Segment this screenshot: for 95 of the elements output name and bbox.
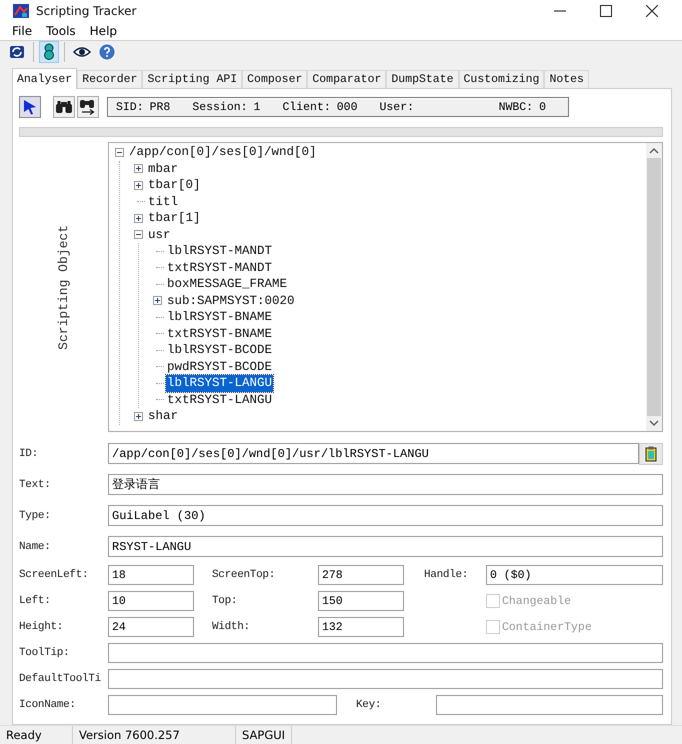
binoculars-icon — [55, 100, 73, 114]
field-label: Key: — [356, 699, 382, 711]
tree-item[interactable]: lblRSYST-BNAME — [166, 309, 274, 326]
field-label: Handle: — [424, 569, 470, 581]
tree-item[interactable]: sub:SAPMSYST:0020 — [166, 292, 296, 309]
menu-item[interactable]: Help — [90, 24, 118, 38]
field-label: ToolTip: — [19, 647, 70, 659]
toolbar-button[interactable] — [39, 41, 59, 64]
input-field[interactable]: 10 — [108, 591, 194, 611]
field-label: ScreenLeft: — [19, 569, 90, 581]
app-icon — [12, 2, 30, 19]
field-label: ScreenTop: — [212, 569, 276, 581]
pointer-icon — [23, 99, 37, 115]
field-label: Top: — [212, 595, 238, 607]
tree-item[interactable]: txtRSYST-MANDT — [166, 260, 274, 276]
status-text: Version 7600.257 — [73, 726, 236, 744]
tree-item[interactable]: usr — [147, 226, 172, 243]
scroll-down-icon[interactable] — [649, 419, 659, 427]
info-value: 1 — [254, 100, 260, 114]
tree-caption: Scripting Object — [56, 224, 71, 350]
clipboard-icon — [645, 446, 657, 462]
status-text: Ready — [0, 726, 73, 744]
window-title: Scripting Tracker — [36, 4, 136, 18]
tree-item[interactable]: txtRSYST-LANGU — [166, 392, 274, 408]
input-field[interactable] — [108, 669, 663, 689]
info-label: User: — [379, 100, 414, 114]
scroll-thumb[interactable] — [647, 158, 661, 416]
input-field[interactable]: 150 — [318, 591, 404, 611]
status-text: SAPGUI — [236, 726, 292, 744]
input-field[interactable]: 278 — [318, 565, 404, 585]
info-label: Client: — [282, 100, 331, 114]
pin-icon — [42, 43, 56, 62]
input-field[interactable]: GuiLabel (30) — [108, 505, 663, 526]
tab[interactable]: Analyser — [12, 68, 78, 89]
tree-item[interactable]: tbar[0] — [147, 177, 202, 194]
tab[interactable]: Customizing — [458, 70, 544, 88]
field-label: IconName: — [19, 699, 77, 711]
checkbox-label: ContainerType — [502, 620, 592, 634]
tool-button[interactable] — [19, 96, 41, 118]
info-label: Session: — [192, 100, 248, 114]
tree-item[interactable]: titl — [147, 194, 180, 210]
eye-icon — [73, 45, 91, 60]
tree-item[interactable]: txtRSYST-BNAME — [166, 326, 274, 342]
tree-item[interactable]: lblRSYST-MANDT — [166, 243, 274, 260]
tree-item[interactable]: mbar — [147, 160, 180, 177]
field-label: Type: — [19, 510, 52, 522]
input-field[interactable]: 24 — [108, 617, 194, 637]
input-field[interactable]: 132 — [318, 617, 404, 637]
info-label: SID: — [116, 100, 144, 114]
help-icon — [99, 44, 115, 60]
input-field[interactable] — [436, 695, 663, 715]
field-label: Text: — [19, 478, 52, 490]
tab[interactable]: Comparator — [307, 70, 386, 88]
field-label: Width: — [212, 621, 251, 633]
tab[interactable]: Composer — [242, 70, 308, 88]
tree-item[interactable]: lblRSYST-BCODE — [166, 342, 274, 358]
field-label: Name: — [19, 540, 52, 552]
input-field[interactable]: 0 ($0) — [486, 565, 663, 585]
menu-item[interactable]: File — [12, 24, 32, 38]
scroll-up-icon[interactable] — [649, 147, 659, 155]
scrollbar[interactable] — [646, 143, 662, 431]
binoculars-arrow-icon — [79, 99, 97, 115]
maximize-icon[interactable] — [600, 4, 612, 17]
tab[interactable]: Notes — [544, 70, 589, 88]
info-value: 0 — [539, 100, 546, 114]
input-field[interactable]: 登录语言 — [108, 474, 663, 495]
object-tree[interactable] — [108, 142, 663, 432]
tree-item[interactable]: tbar[1] — [147, 210, 202, 226]
input-field[interactable] — [108, 643, 663, 663]
checkbox-label: Changeable — [502, 594, 572, 608]
input-field[interactable]: 18 — [108, 565, 194, 585]
close-icon[interactable] — [646, 4, 658, 17]
tree-item[interactable]: /app/con[0]/ses[0]/wnd[0] — [128, 144, 318, 160]
refresh-icon — [9, 44, 25, 60]
tool-button[interactable] — [77, 96, 99, 118]
info-value: PR8 — [150, 100, 170, 114]
field-label: Height: — [19, 621, 64, 633]
field-label: ID: — [19, 448, 39, 460]
copy-button[interactable] — [639, 442, 663, 464]
input-field[interactable] — [108, 695, 337, 715]
field-label: DefaultToolTi — [19, 673, 102, 685]
tab[interactable]: Recorder — [77, 70, 142, 88]
menu-item[interactable]: Tools — [46, 24, 76, 38]
info-value: 000 — [336, 100, 358, 114]
field-label: Left: — [19, 595, 52, 607]
input-field[interactable]: /app/con[0]/ses[0]/wnd[0]/usr/lblRSYST-LANGU — [108, 443, 639, 464]
tab[interactable]: Scripting API — [142, 70, 242, 88]
tree-item[interactable]: lblRSYST-LANGU — [166, 375, 274, 392]
tree-item[interactable]: shar — [147, 408, 180, 424]
tab[interactable]: DumpState — [386, 70, 459, 88]
tree-item[interactable]: boxMESSAGE_FRAME — [166, 276, 288, 292]
tree-item[interactable]: pwdRSYST-BCODE — [166, 358, 274, 375]
tool-button[interactable] — [53, 96, 75, 118]
info-label: NWBC: — [498, 100, 534, 114]
input-field[interactable]: RSYST-LANGU — [108, 536, 663, 557]
